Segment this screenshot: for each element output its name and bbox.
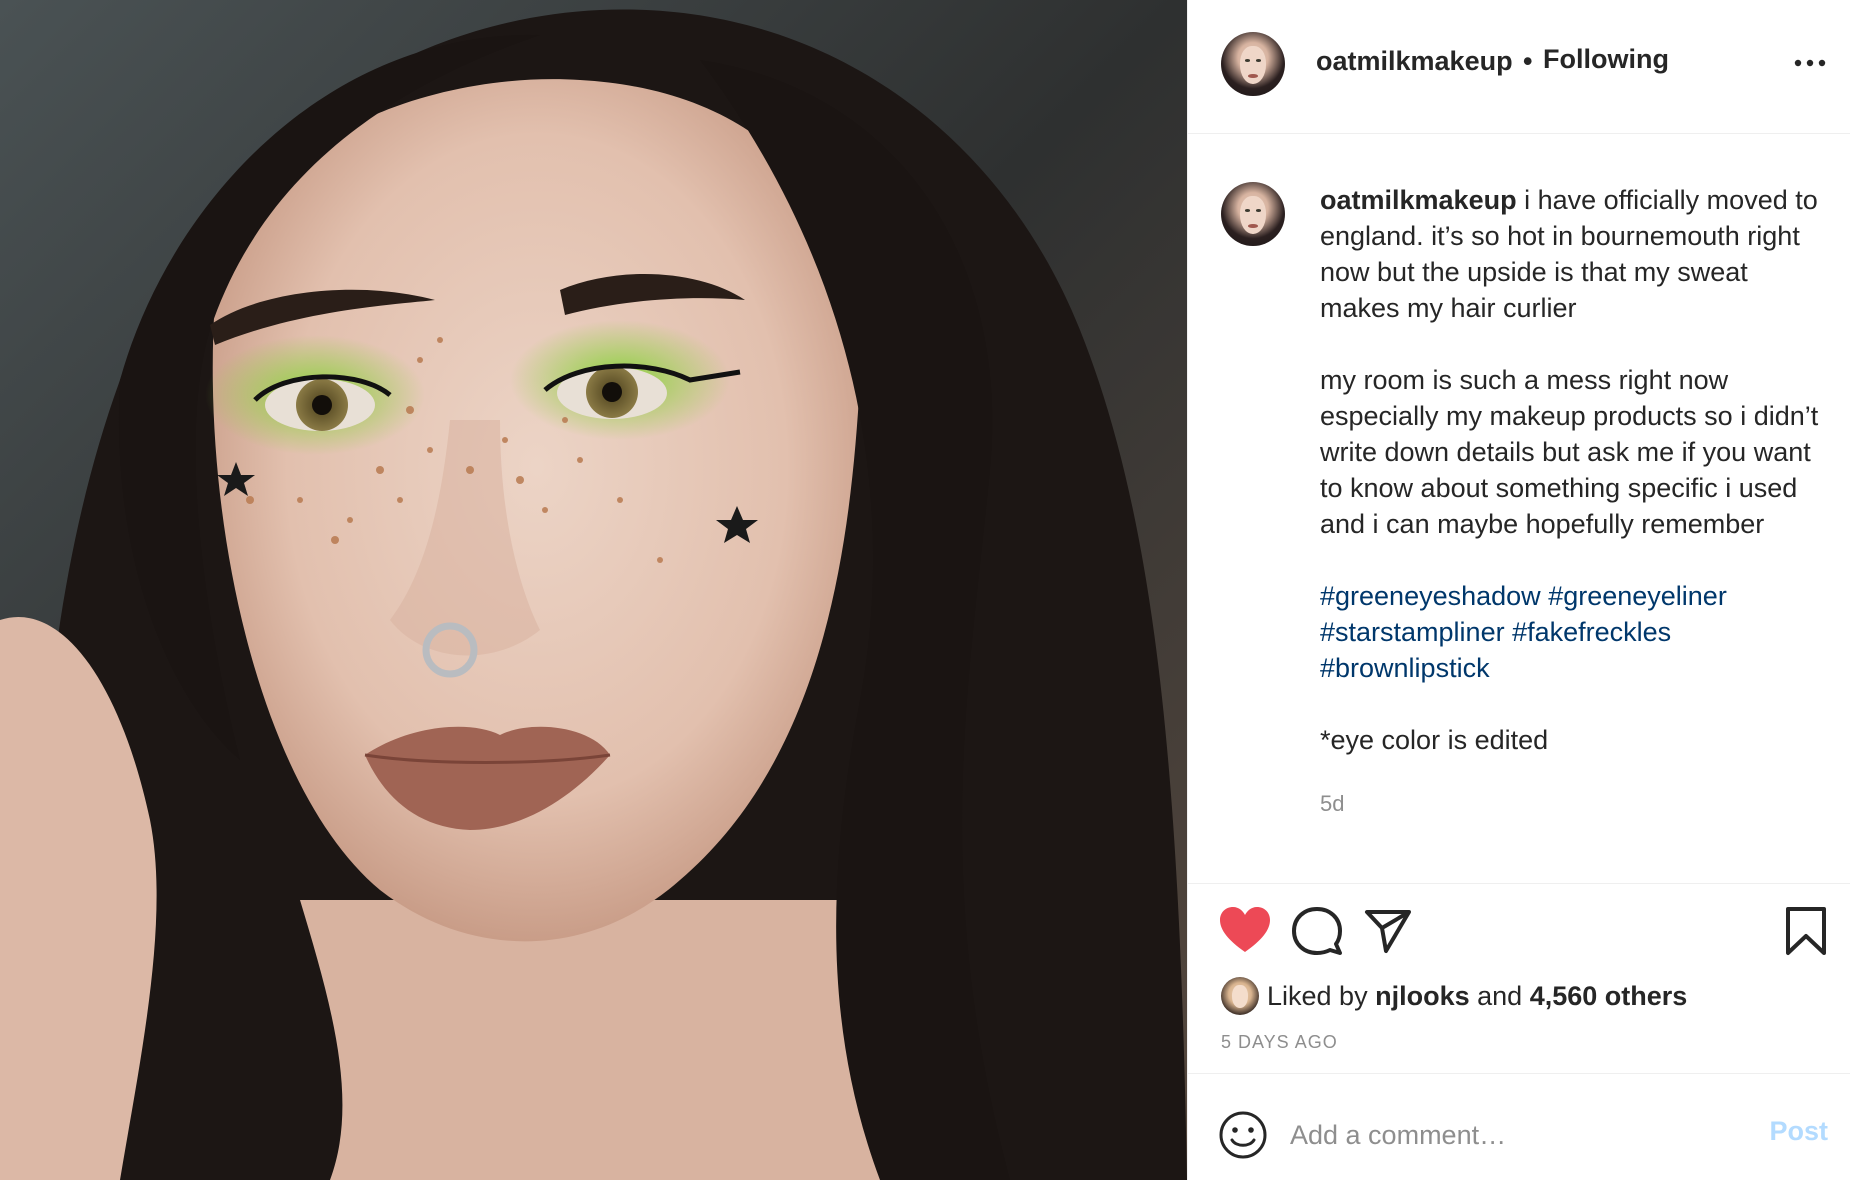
caption-hashtags: #greeneyeshadow #greeneyeliner #starstam… (1320, 578, 1830, 686)
caption-timestamp[interactable]: 5d (1320, 786, 1830, 822)
caption-author-avatar[interactable] (1221, 182, 1285, 246)
caption-note: *eye color is edited (1320, 725, 1549, 755)
post-header: oatmilkmakeup • Following (1188, 0, 1850, 134)
smiley-icon[interactable] (1218, 1110, 1268, 1160)
hashtag-link[interactable]: #fakefreckles (1512, 617, 1671, 647)
follow-status-button[interactable]: Following (1543, 44, 1669, 75)
comment-icon[interactable] (1292, 906, 1342, 956)
liker-avatar[interactable] (1221, 977, 1259, 1015)
more-horizontal-icon[interactable] (1792, 50, 1828, 76)
separator-dot: • (1523, 46, 1533, 76)
heart-icon[interactable] (1218, 906, 1272, 954)
likes-summary: Liked by njlooks and 4,560 others (1221, 976, 1687, 1016)
caption-paragraph-2: my room is such a mess right now especia… (1320, 365, 1819, 539)
post-comment-button[interactable]: Post (1769, 1116, 1828, 1147)
likes-count[interactable]: 4,560 others (1530, 981, 1688, 1011)
hashtag-link[interactable]: #greeneyeliner (1548, 581, 1727, 611)
liker-username[interactable]: njlooks (1375, 981, 1470, 1011)
comment-composer: Post (1188, 1074, 1850, 1180)
likes-joiner: and (1477, 980, 1523, 1011)
bookmark-icon[interactable] (1784, 906, 1828, 956)
caption-section: oatmilkmakeup i have officially moved to… (1188, 134, 1850, 884)
likes-prefix: Liked by (1267, 980, 1368, 1011)
post-modal: oatmilkmakeup • Following oatmilkmakeup … (0, 0, 1850, 1180)
hashtag-link[interactable]: #brownlipstick (1320, 653, 1490, 683)
caption-username[interactable]: oatmilkmakeup (1320, 185, 1517, 215)
hashtag-link[interactable]: #greeneyeshadow (1320, 581, 1541, 611)
comment-input[interactable] (1288, 1104, 1742, 1166)
post-image[interactable] (0, 0, 1187, 1180)
post-actions: Liked by njlooks and 4,560 others 5 DAYS… (1188, 884, 1850, 1074)
hashtag-link[interactable]: #starstampliner (1320, 617, 1505, 647)
post-date[interactable]: 5 DAYS AGO (1221, 1032, 1338, 1053)
share-icon[interactable] (1364, 908, 1412, 954)
post-details-panel: oatmilkmakeup • Following oatmilkmakeup … (1187, 0, 1850, 1180)
portrait-photo (0, 0, 1187, 1180)
caption-text: oatmilkmakeup i have officially moved to… (1320, 182, 1830, 822)
author-username[interactable]: oatmilkmakeup (1316, 46, 1513, 77)
likes-text: Liked by njlooks and 4,560 others (1267, 981, 1687, 1012)
author-avatar[interactable] (1221, 32, 1285, 96)
